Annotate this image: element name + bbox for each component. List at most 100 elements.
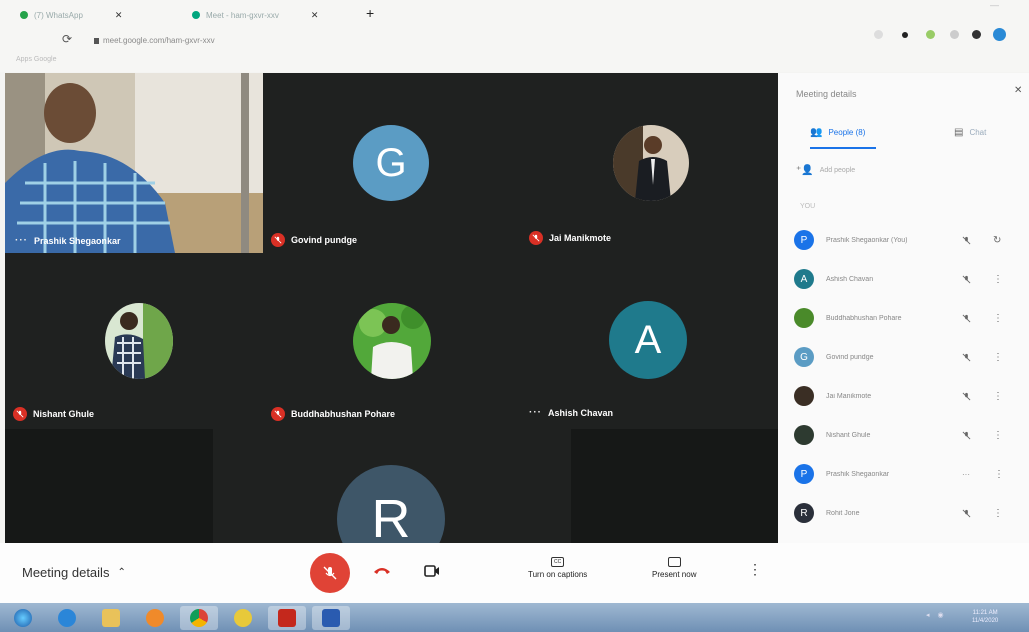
self-video-tile[interactable]: ··· Prashik Shegaonkar — [5, 73, 263, 253]
meeting-details-button[interactable]: Meeting details ⌃ — [22, 565, 126, 580]
document-icon — [322, 609, 340, 627]
more-options-icon[interactable]: ⋮ — [993, 274, 1003, 285]
section-label: YOU — [800, 203, 816, 210]
close-icon[interactable]: ✕ — [311, 10, 319, 21]
more-options-icon[interactable]: ⋮ — [993, 391, 1003, 402]
lock-icon — [94, 38, 99, 44]
taskbar-chrome[interactable] — [180, 606, 218, 630]
reload-icon[interactable]: ⟳ — [62, 32, 72, 46]
mic-off-icon — [323, 566, 337, 580]
participant-row[interactable]: A Ashish Chavan ⋮ — [794, 266, 1019, 292]
tab-people[interactable]: 👥 People (8) — [810, 127, 865, 138]
participant-tile[interactable]: Buddhabhushan Pohare — [263, 253, 521, 428]
more-options-icon[interactable]: ⋮ — [993, 352, 1003, 363]
participant-tile[interactable]: A ··· Ashish Chavan — [521, 253, 778, 428]
extension-icon[interactable] — [950, 30, 959, 39]
participant-photo — [105, 303, 173, 379]
more-options-icon[interactable]: ··· — [529, 407, 542, 418]
tab-chat[interactable]: ▤ Chat — [954, 127, 986, 138]
extension-icon[interactable] — [874, 30, 883, 39]
participant-tile[interactable]: G Govind pundge — [263, 73, 521, 253]
bookmarks-bar: Apps Google — [16, 56, 57, 63]
taskbar-word[interactable] — [312, 606, 350, 630]
start-button[interactable] — [4, 606, 42, 630]
participant-photo — [353, 303, 431, 379]
system-tray: ◂ ◉ — [926, 611, 944, 619]
avatar — [794, 386, 814, 406]
panel-title: Meeting details — [796, 89, 857, 99]
more-options-icon[interactable]: ⋮ — [993, 430, 1003, 441]
more-options-icon[interactable]: ⋮ — [748, 561, 762, 578]
meeting-controls-bar: Meeting details ⌃ CC Turn on captions Pr… — [0, 543, 1029, 603]
people-panel: Meeting details ✕ 👥 People (8) ▤ Chat ⁺👤… — [778, 73, 1029, 543]
taskbar-app[interactable] — [224, 606, 262, 630]
puzzle-icon[interactable] — [972, 30, 981, 39]
present-icon — [667, 557, 681, 567]
mic-off-icon — [962, 236, 971, 244]
participant-tile[interactable]: Nishant Ghule — [5, 253, 263, 428]
participant-name: Prashik Shegaonkar (You) — [826, 236, 908, 244]
taskbar-pdf[interactable] — [268, 606, 306, 630]
os-taskbar: ◂ ◉ 11:21 AM 11/4/2020 — [0, 603, 1029, 632]
taskbar-ie[interactable] — [48, 606, 86, 630]
more-options-icon[interactable]: ⋮ — [994, 469, 1004, 480]
close-icon[interactable]: ✕ — [1014, 85, 1022, 96]
taskbar-media[interactable] — [136, 606, 174, 630]
add-people-label: Add people — [819, 167, 856, 174]
mic-off-icon — [271, 233, 285, 247]
ie-icon — [58, 609, 76, 627]
tab-meet[interactable]: Meet - ham-gxvr-xxv ✕ — [192, 6, 318, 24]
participant-row[interactable]: Buddhabhushan Pohare ⋮ — [794, 305, 1019, 331]
hang-up-icon[interactable] — [373, 565, 391, 575]
mic-off-icon — [962, 353, 971, 361]
people-icon: 👥 — [810, 127, 823, 138]
participant-row[interactable]: P Prashik Shegaonkar (You) ↻ — [794, 227, 1019, 253]
participant-row[interactable]: R Rohit Jone ⋮ — [794, 500, 1019, 526]
mic-off-icon — [13, 407, 27, 421]
flag-icon[interactable]: ◂ — [926, 611, 930, 619]
minimize-icon[interactable]: — — [990, 0, 999, 10]
captions-button[interactable]: CC Turn on captions — [528, 557, 587, 579]
participant-name-tag: Govind pundge — [271, 233, 357, 247]
present-now-button[interactable]: Present now — [652, 557, 696, 579]
volume-icon[interactable]: ◉ — [938, 611, 944, 619]
participant-tile[interactable]: Jai Manikmote — [521, 73, 778, 253]
participant-photo — [613, 125, 689, 201]
mic-off-icon — [962, 509, 971, 517]
participant-name-tag: Jai Manikmote — [529, 231, 611, 245]
participant-row[interactable]: Nishant Ghule ⋮ — [794, 422, 1019, 448]
app-icon — [234, 609, 252, 627]
active-tab-indicator — [810, 147, 876, 149]
url-field[interactable]: meet.google.com/ham-gxvr-xxv — [94, 36, 215, 45]
camera-icon[interactable] — [424, 564, 440, 578]
windows-icon — [14, 609, 32, 627]
add-people-button[interactable]: ⁺👤 Add people — [796, 165, 855, 176]
refresh-icon[interactable]: ↻ — [993, 235, 1001, 246]
empty-tile — [571, 429, 778, 543]
tab-label: Meet - ham-gxvr-xxv — [206, 10, 279, 20]
more-options-icon[interactable]: ⋮ — [993, 508, 1003, 519]
mic-off-icon — [529, 231, 543, 245]
mic-off-icon — [271, 407, 285, 421]
close-icon[interactable]: ✕ — [115, 10, 123, 21]
taskbar-explorer[interactable] — [92, 606, 130, 630]
participant-row[interactable]: P Prashik Shegaonkar ··· ⋮ — [794, 461, 1019, 487]
participant-avatar: R — [337, 465, 445, 543]
clock[interactable]: 11:21 AM 11/4/2020 — [972, 609, 998, 625]
pdf-icon — [278, 609, 296, 627]
extension-icon[interactable] — [926, 30, 935, 39]
participant-row[interactable]: G Govind pundge ⋮ — [794, 344, 1019, 370]
whatsapp-icon — [20, 11, 28, 19]
mic-toggle-button[interactable] — [310, 553, 350, 593]
chevron-up-icon: ⌃ — [117, 567, 126, 578]
tab-bar: (7) WhatsApp ✕ Meet - ham-gxvr-xxv ✕ + — — [0, 0, 1029, 28]
more-options-icon[interactable]: ··· — [15, 235, 28, 246]
participant-avatar: G — [353, 125, 429, 201]
more-options-icon[interactable]: ⋮ — [993, 313, 1003, 324]
extension-icon[interactable] — [902, 32, 908, 38]
tab-whatsapp[interactable]: (7) WhatsApp ✕ — [20, 6, 122, 24]
profile-avatar[interactable] — [993, 28, 1006, 41]
participant-tile[interactable]: R — [213, 429, 571, 543]
participant-row[interactable]: Jai Manikmote ⋮ — [794, 383, 1019, 409]
new-tab-button[interactable]: + — [366, 5, 374, 21]
